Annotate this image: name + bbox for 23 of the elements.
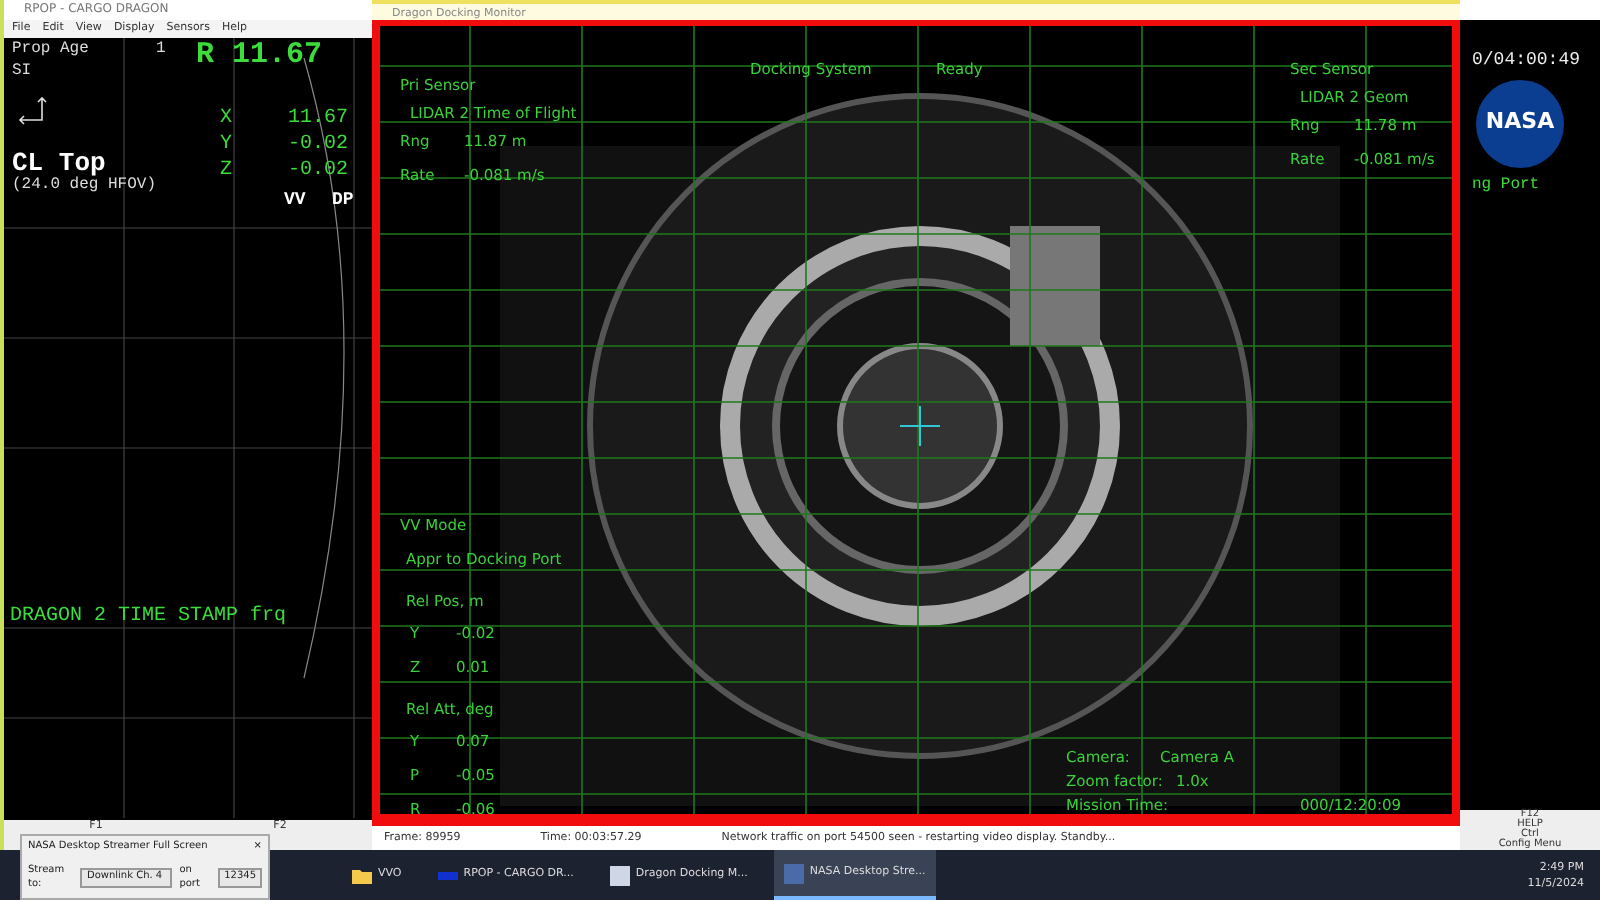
label: Prop Age — [12, 42, 89, 58]
axis-value: -0.02 — [288, 136, 349, 156]
fov-label: (24.0 deg HFOV) — [12, 178, 157, 194]
axis-value: 11.67 — [288, 110, 349, 130]
crosshair-icon — [899, 405, 941, 447]
axis-label: X — [220, 110, 233, 130]
axis-value: -0.02 — [288, 162, 349, 182]
mode-label: VV — [284, 192, 306, 210]
port-label: ng Port — [1472, 173, 1542, 197]
camera-view-label: CL Top — [12, 150, 106, 176]
mode-label: DP — [332, 192, 354, 210]
label: SI — [12, 64, 32, 80]
range-readout: R 11.67 — [196, 40, 323, 70]
app-icon — [783, 863, 804, 883]
axis-label: Y — [220, 136, 233, 156]
axis-icon — [16, 96, 48, 128]
value: 1 — [156, 42, 166, 58]
clock-readout: 0/04:00:49 — [1472, 48, 1583, 74]
app-icon — [609, 865, 630, 885]
axis-label: Z — [220, 162, 233, 182]
timestamp-text: DRAGON 2 TIME STAMP frq — [10, 608, 287, 628]
logo-text: NASA — [1476, 79, 1564, 167]
app-icon — [352, 865, 372, 885]
